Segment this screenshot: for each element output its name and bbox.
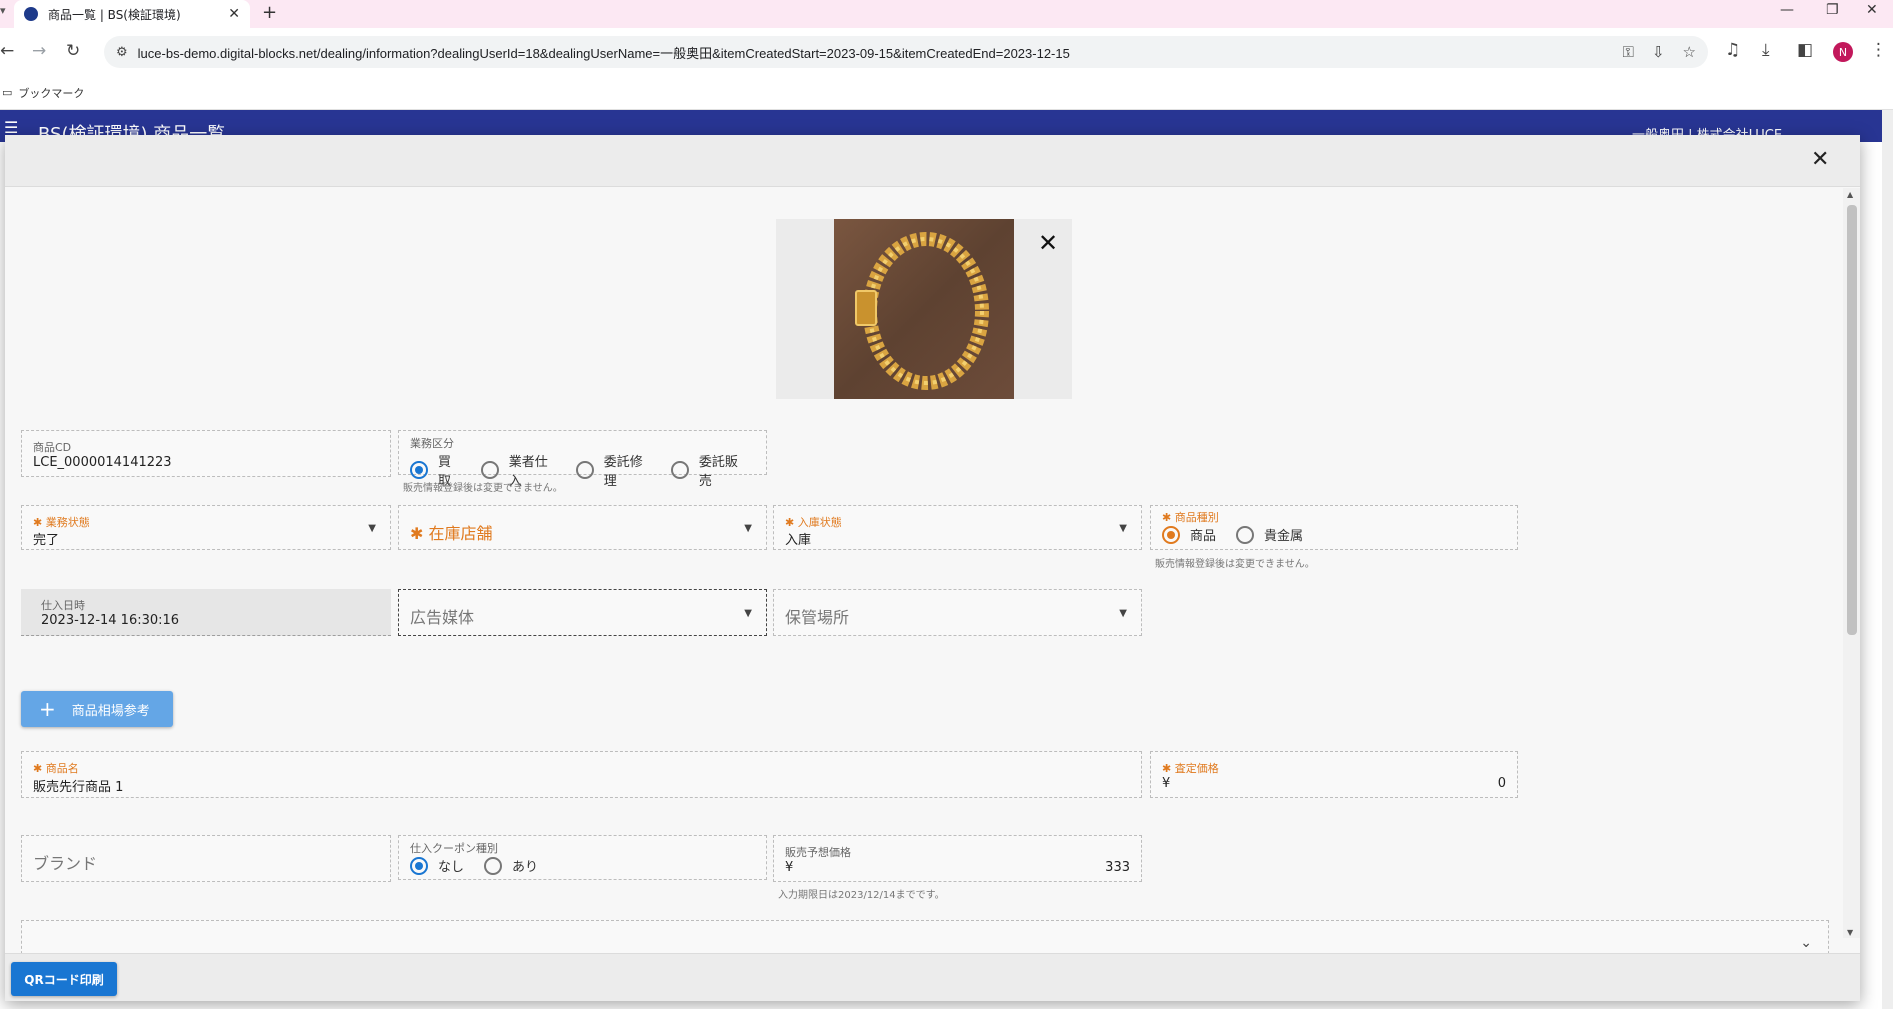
item-detail-dialog: ✕ ▲ ▼ ✕ 商品CD LCE_0000014141223 業務区分 買取 業… — [5, 135, 1860, 1001]
item-kind-label: ✱ 商品種別 — [1162, 511, 1219, 524]
ad-media-placeholder: 広告媒体 — [410, 608, 475, 627]
address-bar[interactable]: ⚙ luce-bs-demo.digital-blocks.net/dealin… — [104, 36, 1708, 68]
item-kind-radio-group: 商品 貴金属 — [1162, 525, 1323, 544]
browser-toolbar: ← → ↻ ⚙ luce-bs-demo.digital-blocks.net/… — [0, 28, 1893, 76]
item-kind-field: ✱ 商品種別 商品 貴金属 — [1150, 505, 1518, 550]
profile-avatar[interactable]: N — [1833, 42, 1853, 62]
bookmarks-label[interactable]: ブックマーク — [18, 85, 84, 101]
brand-placeholder: ブランド — [33, 854, 98, 873]
radio-business-repair[interactable]: 委託修理 — [575, 451, 651, 489]
plus-icon: + — [39, 697, 56, 721]
password-key-icon[interactable]: ⚿ — [1623, 43, 1634, 61]
storage-select[interactable]: 保管場所 ▼ — [773, 589, 1142, 636]
dialog-close-icon[interactable]: ✕ — [1811, 147, 1829, 172]
coupon-type-label: 仕入クーポン種別 — [410, 842, 498, 855]
tab-close-icon[interactable]: ✕ — [228, 6, 240, 22]
scroll-down-icon[interactable]: ▼ — [1847, 928, 1853, 937]
browser-menu-icon[interactable]: ⋮ — [1870, 40, 1887, 60]
back-icon[interactable]: ← — [0, 41, 14, 61]
item-cd-label: 商品CD — [33, 441, 72, 454]
product-image[interactable] — [834, 219, 1014, 399]
dialog-scrollbar[interactable]: ▲ ▼ — [1843, 188, 1860, 938]
scroll-up-icon[interactable]: ▲ — [1847, 190, 1853, 199]
folder-icon: ▭ — [2, 86, 13, 99]
coupon-type-radio-group: なし あり — [410, 856, 558, 875]
radio-business-consign[interactable]: 委託販売 — [670, 451, 746, 489]
purchase-date-label: 仕入日時 — [41, 599, 85, 612]
business-type-hint: 販売情報登録後は変更できません。 — [403, 483, 563, 494]
assessed-price-label: ✱ 査定価格 — [1162, 762, 1219, 775]
url-text[interactable]: luce-bs-demo.digital-blocks.net/dealing/… — [138, 43, 1605, 62]
chevron-down-icon[interactable]: ⌄ — [1800, 935, 1812, 951]
ad-media-select[interactable]: 広告媒体 ▼ — [398, 589, 767, 636]
page-scrollbar[interactable] — [1882, 110, 1893, 1009]
bookmarks-bar: ▭ ブックマーク — [0, 76, 1893, 110]
stock-store-select[interactable]: ✱ 在庫店舗 ▼ — [398, 505, 767, 550]
business-status-select[interactable]: ✱ 業務状態 完了 ▼ — [21, 505, 391, 550]
image-remove-icon[interactable]: ✕ — [1038, 229, 1058, 257]
radio-coupon-yes[interactable]: あり — [484, 856, 538, 875]
storage-placeholder: 保管場所 — [785, 608, 850, 627]
forward-icon[interactable]: → — [32, 41, 46, 61]
media-control-icon[interactable]: ♫ — [1725, 40, 1740, 60]
stock-status-value: 入庫 — [785, 533, 812, 548]
chevron-down-icon[interactable]: ▼ — [1119, 523, 1127, 534]
window-minimize-icon[interactable]: — — [1780, 2, 1794, 18]
browser-tab-strip: ▾ 商品一覧 | BS(検証環境) ✕ + — ❐ ✕ — [0, 0, 1893, 28]
scroll-thumb[interactable] — [1847, 205, 1857, 635]
brand-field[interactable]: ブランド — [21, 835, 391, 882]
stock-status-select[interactable]: ✱ 入庫状態 入庫 ▼ — [773, 505, 1142, 550]
stock-store-placeholder: ✱ 在庫店舗 — [410, 524, 493, 543]
item-name-field[interactable]: ✱ 商品名 販売先行商品 1 — [21, 751, 1142, 798]
new-tab-icon[interactable]: + — [262, 2, 277, 23]
market-reference-button[interactable]: + 商品相場参考 — [21, 691, 173, 727]
radio-kind-item[interactable]: 商品 — [1162, 525, 1216, 544]
purchase-date-value: 2023-12-14 16:30:16 — [41, 613, 180, 628]
business-type-label: 業務区分 — [410, 437, 454, 450]
expected-price-label: 販売予想価格 — [785, 846, 851, 859]
chevron-down-icon[interactable]: ▼ — [368, 523, 376, 534]
download-icon[interactable]: ⤓ — [1762, 40, 1770, 60]
reload-icon[interactable]: ↻ — [66, 41, 80, 61]
bookmark-star-icon[interactable]: ☆ — [1683, 43, 1696, 61]
site-info-icon[interactable]: ⚙ — [116, 45, 128, 60]
stock-status-label: ✱ 入庫状態 — [785, 516, 842, 529]
chevron-down-icon[interactable]: ▼ — [1119, 608, 1127, 619]
chevron-down-icon[interactable]: ▼ — [744, 608, 752, 619]
item-cd-field[interactable]: 商品CD LCE_0000014141223 — [21, 430, 391, 477]
window-restore-icon[interactable]: ❐ — [1826, 2, 1839, 18]
coupon-type-field: 仕入クーポン種別 なし あり — [398, 835, 767, 880]
market-reference-label: 商品相場参考 — [71, 703, 150, 719]
install-app-icon[interactable]: ⇩ — [1652, 43, 1665, 61]
product-image-container: ✕ — [776, 219, 1072, 399]
site-favicon-icon — [24, 7, 38, 21]
expected-price-currency: ¥ — [785, 860, 794, 875]
business-status-value: 完了 — [33, 533, 60, 548]
purchase-date-field: 仕入日時 2023-12-14 16:30:16 — [21, 589, 391, 636]
item-cd-value[interactable]: LCE_0000014141223 — [33, 455, 172, 470]
radio-kind-precious-metal[interactable]: 貴金属 — [1236, 525, 1303, 544]
side-panel-icon[interactable]: ◧ — [1797, 40, 1813, 60]
business-status-label: ✱ 業務状態 — [33, 516, 90, 529]
item-name-value[interactable]: 販売先行商品 1 — [33, 776, 123, 795]
expected-price-field[interactable]: 販売予想価格 ¥ 333 — [773, 835, 1142, 882]
item-name-label: ✱ 商品名 — [33, 762, 79, 775]
assessed-price-currency: ¥ — [1162, 776, 1171, 791]
window-close-icon[interactable]: ✕ — [1866, 2, 1878, 18]
qr-print-button[interactable]: QRコード印刷 — [11, 962, 117, 996]
dialog-footer: QRコード印刷 — [5, 953, 1860, 1001]
expected-price-value[interactable]: 333 — [1105, 860, 1130, 875]
assessed-price-value[interactable]: 0 — [1498, 776, 1506, 791]
tab-title: 商品一覧 | BS(検証環境) — [48, 7, 181, 22]
dialog-header: ✕ — [5, 135, 1860, 187]
business-type-field: 業務区分 買取 業者仕入 委託修理 委託販売 — [398, 430, 767, 489]
chevron-down-icon[interactable]: ▼ — [744, 523, 752, 534]
radio-coupon-none[interactable]: なし — [410, 856, 464, 875]
item-kind-hint: 販売情報登録後は変更できません。 — [1155, 559, 1315, 570]
assessed-price-field[interactable]: ✱ 査定価格 ¥ 0 — [1150, 751, 1518, 798]
browser-tab-active[interactable]: 商品一覧 | BS(検証環境) ✕ — [14, 0, 250, 28]
previous-tab-stub[interactable]: ▾ — [0, 4, 10, 17]
expected-price-hint: 入力期限日は2023/12/14までです。 — [778, 890, 945, 901]
